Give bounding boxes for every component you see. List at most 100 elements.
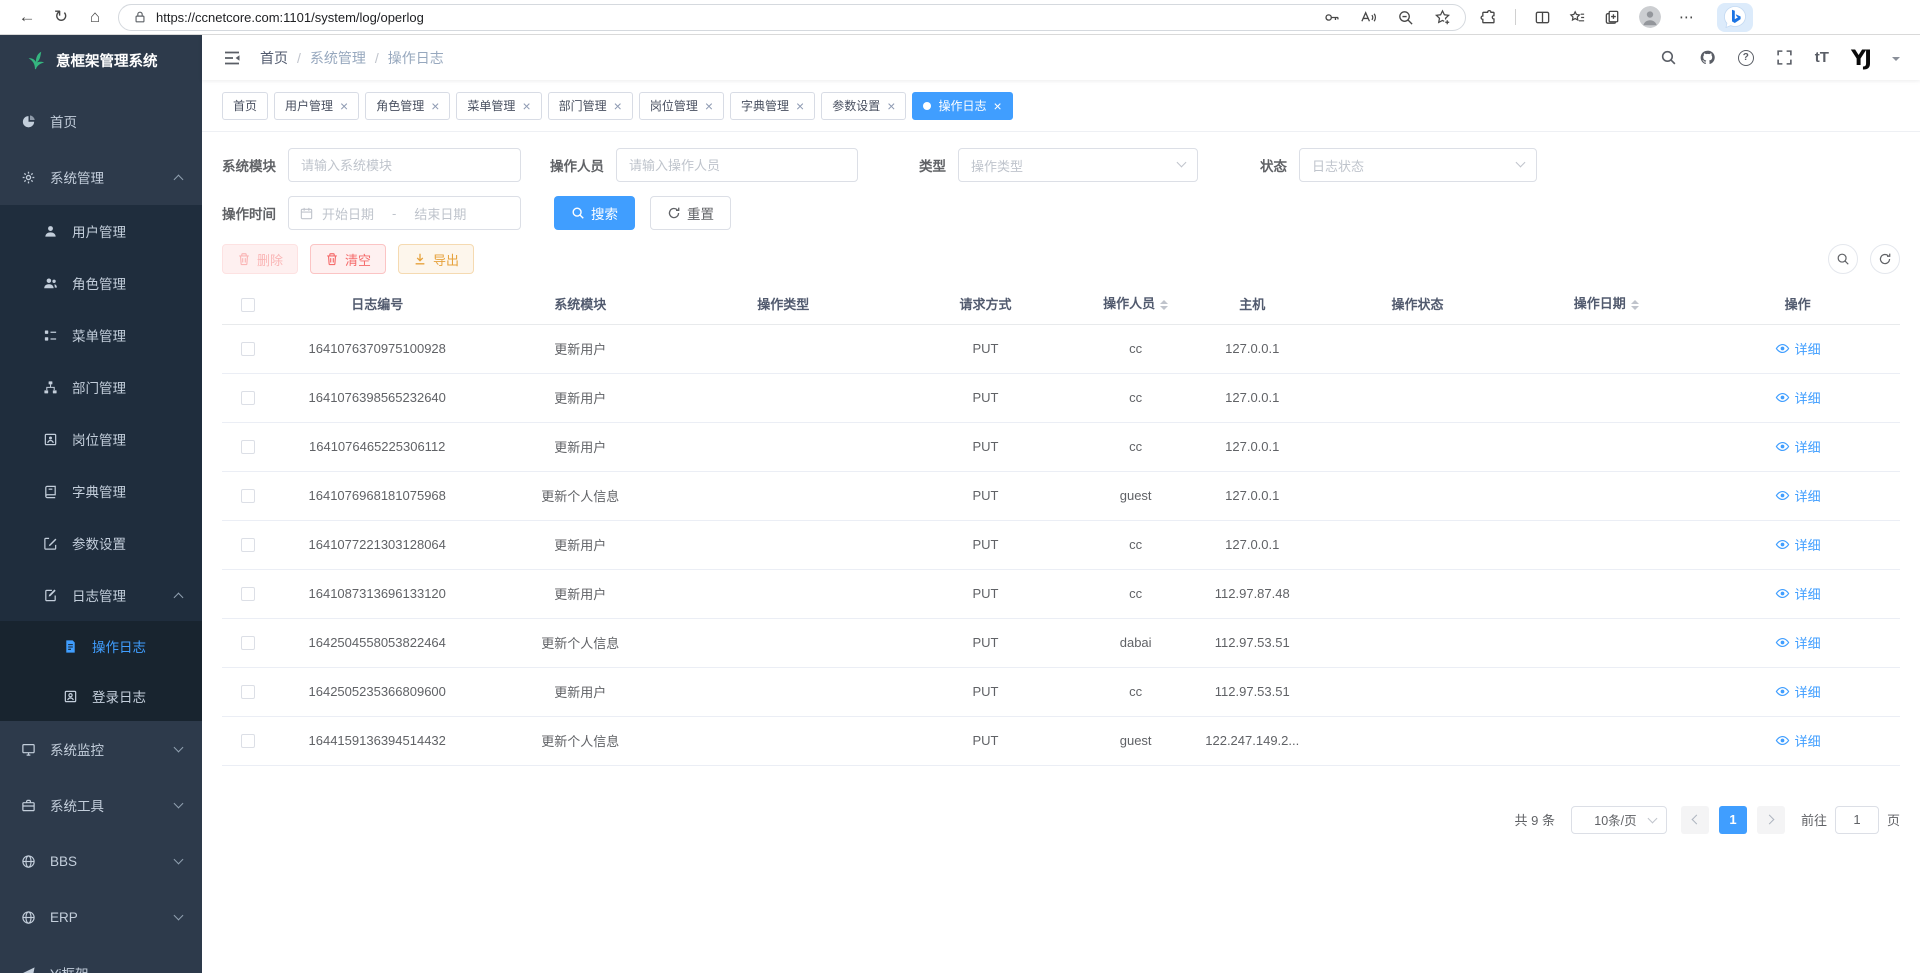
sidebar-item-dept-mgmt[interactable]: 部门管理: [0, 361, 202, 413]
detail-link[interactable]: 详细: [1775, 731, 1821, 750]
detail-link[interactable]: 详细: [1775, 584, 1821, 603]
module-filter-input[interactable]: [288, 148, 521, 182]
sidebar-item-operation-log[interactable]: 操作日志: [0, 621, 202, 671]
favorite-add-icon[interactable]: [1434, 9, 1451, 26]
tab-close-icon[interactable]: ×: [796, 99, 804, 113]
tab-menu-mgmt[interactable]: 菜单管理×: [456, 92, 541, 120]
sidebar-item-param-settings[interactable]: 参数设置: [0, 517, 202, 569]
detail-link[interactable]: 详细: [1775, 388, 1821, 407]
detail-link[interactable]: 详细: [1775, 682, 1821, 701]
sidebar-item-login-log[interactable]: 登录日志: [0, 671, 202, 721]
browser-profile-avatar[interactable]: [1639, 6, 1661, 28]
tab-role-mgmt[interactable]: 角色管理×: [365, 92, 450, 120]
tab-close-icon[interactable]: ×: [614, 99, 622, 113]
sidebar-item-yi-framework[interactable]: Yi框架: [0, 945, 202, 973]
tab-post-mgmt[interactable]: 岗位管理×: [639, 92, 724, 120]
prev-page-button[interactable]: [1681, 806, 1709, 834]
github-icon[interactable]: [1699, 49, 1716, 66]
read-aloud-icon[interactable]: [1360, 9, 1377, 26]
table-search-toggle-icon[interactable]: [1828, 244, 1858, 274]
tab-operation-log[interactable]: 操作日志×: [912, 92, 1012, 120]
row-checkbox[interactable]: [241, 489, 255, 503]
sidebar-item-dict-mgmt[interactable]: 字典管理: [0, 465, 202, 517]
goto-page-input[interactable]: [1835, 806, 1879, 834]
tab-close-icon[interactable]: ×: [993, 99, 1001, 113]
sort-icon[interactable]: [1160, 296, 1168, 314]
operator-filter-input[interactable]: [616, 148, 858, 182]
tab-dict-mgmt[interactable]: 字典管理×: [730, 92, 815, 120]
page-number-button[interactable]: 1: [1719, 806, 1747, 834]
fullscreen-icon[interactable]: [1776, 49, 1793, 66]
address-bar[interactable]: https://ccnetcore.com:1101/system/log/op…: [118, 4, 1466, 31]
tab-home[interactable]: 首页: [222, 92, 268, 120]
tab-close-icon[interactable]: ×: [705, 99, 713, 113]
extensions-icon[interactable]: [1480, 9, 1497, 26]
sidebar-collapse-icon[interactable]: [222, 48, 242, 68]
sidebar-item-erp[interactable]: ERP: [0, 889, 202, 945]
table-refresh-icon[interactable]: [1870, 244, 1900, 274]
tab-user-mgmt[interactable]: 用户管理×: [274, 92, 359, 120]
tab-close-icon[interactable]: ×: [522, 99, 530, 113]
font-size-icon[interactable]: tT: [1815, 49, 1829, 66]
tab-close-icon[interactable]: ×: [431, 99, 439, 113]
next-page-button[interactable]: [1757, 806, 1785, 834]
status-filter-select[interactable]: 日志状态: [1299, 148, 1537, 182]
sidebar-item-log-mgmt[interactable]: 日志管理: [0, 569, 202, 621]
sidebar-item-system-tools[interactable]: 系统工具: [0, 777, 202, 833]
detail-link[interactable]: 详细: [1775, 535, 1821, 554]
favorites-hub-icon[interactable]: [1569, 9, 1586, 26]
app-logo[interactable]: 意框架管理系统: [0, 35, 202, 85]
reset-button[interactable]: 重置: [650, 196, 731, 230]
app-logo-text: 意框架管理系统: [56, 50, 158, 71]
detail-link[interactable]: 详细: [1775, 486, 1821, 505]
user-menu-caret-icon[interactable]: [1892, 57, 1900, 65]
detail-link[interactable]: 详细: [1775, 437, 1821, 456]
search-button[interactable]: 搜索: [554, 196, 635, 230]
sidebar-item-post-mgmt[interactable]: 岗位管理: [0, 413, 202, 465]
export-button[interactable]: 导出: [398, 244, 474, 274]
collections-icon[interactable]: [1604, 9, 1621, 26]
user-logo-avatar[interactable]: YJ: [1851, 46, 1870, 70]
clear-button[interactable]: 清空: [310, 244, 386, 274]
bing-copilot-icon[interactable]: [1717, 3, 1753, 32]
tab-param-settings[interactable]: 参数设置×: [821, 92, 906, 120]
browser-home-button[interactable]: ⌂: [78, 3, 112, 31]
search-icon[interactable]: [1660, 49, 1677, 66]
type-filter-select[interactable]: 操作类型: [958, 148, 1198, 182]
row-checkbox[interactable]: [241, 734, 255, 748]
detail-link[interactable]: 详细: [1775, 339, 1821, 358]
row-checkbox[interactable]: [241, 685, 255, 699]
row-checkbox[interactable]: [241, 391, 255, 405]
browser-back-button[interactable]: ←: [10, 3, 44, 31]
row-checkbox[interactable]: [241, 538, 255, 552]
zoom-out-icon[interactable]: [1397, 9, 1414, 26]
browser-refresh-button[interactable]: ↻: [44, 3, 78, 31]
breadcrumb-home[interactable]: 首页: [260, 48, 288, 68]
tab-close-icon[interactable]: ×: [887, 99, 895, 113]
help-icon[interactable]: ?: [1738, 50, 1754, 66]
users-icon: [42, 276, 59, 291]
date-range-picker[interactable]: 开始日期 - 结束日期: [288, 196, 521, 230]
sidebar-item-user-mgmt[interactable]: 用户管理: [0, 205, 202, 257]
select-all-checkbox[interactable]: [241, 298, 255, 312]
row-checkbox[interactable]: [241, 636, 255, 650]
delete-button[interactable]: 删除: [222, 244, 298, 274]
password-key-icon[interactable]: [1323, 9, 1340, 26]
sidebar-item-bbs[interactable]: BBS: [0, 833, 202, 889]
url-text[interactable]: https://ccnetcore.com:1101/system/log/op…: [156, 10, 1323, 25]
sidebar-item-home[interactable]: 首页: [0, 93, 202, 149]
detail-link[interactable]: 详细: [1775, 633, 1821, 652]
sidebar-item-system-mgmt[interactable]: 系统管理: [0, 149, 202, 205]
split-screen-icon[interactable]: [1534, 9, 1551, 26]
tab-close-icon[interactable]: ×: [340, 99, 348, 113]
page-size-select[interactable]: 10条/页: [1571, 806, 1667, 834]
row-checkbox[interactable]: [241, 587, 255, 601]
sidebar-item-system-monitor[interactable]: 系统监控: [0, 721, 202, 777]
sort-icon[interactable]: [1631, 296, 1639, 314]
tab-dept-mgmt[interactable]: 部门管理×: [548, 92, 633, 120]
row-checkbox[interactable]: [241, 342, 255, 356]
browser-settings-menu-icon[interactable]: ⋯: [1679, 8, 1695, 26]
sidebar-item-menu-mgmt[interactable]: 菜单管理: [0, 309, 202, 361]
sidebar-item-role-mgmt[interactable]: 角色管理: [0, 257, 202, 309]
row-checkbox[interactable]: [241, 440, 255, 454]
